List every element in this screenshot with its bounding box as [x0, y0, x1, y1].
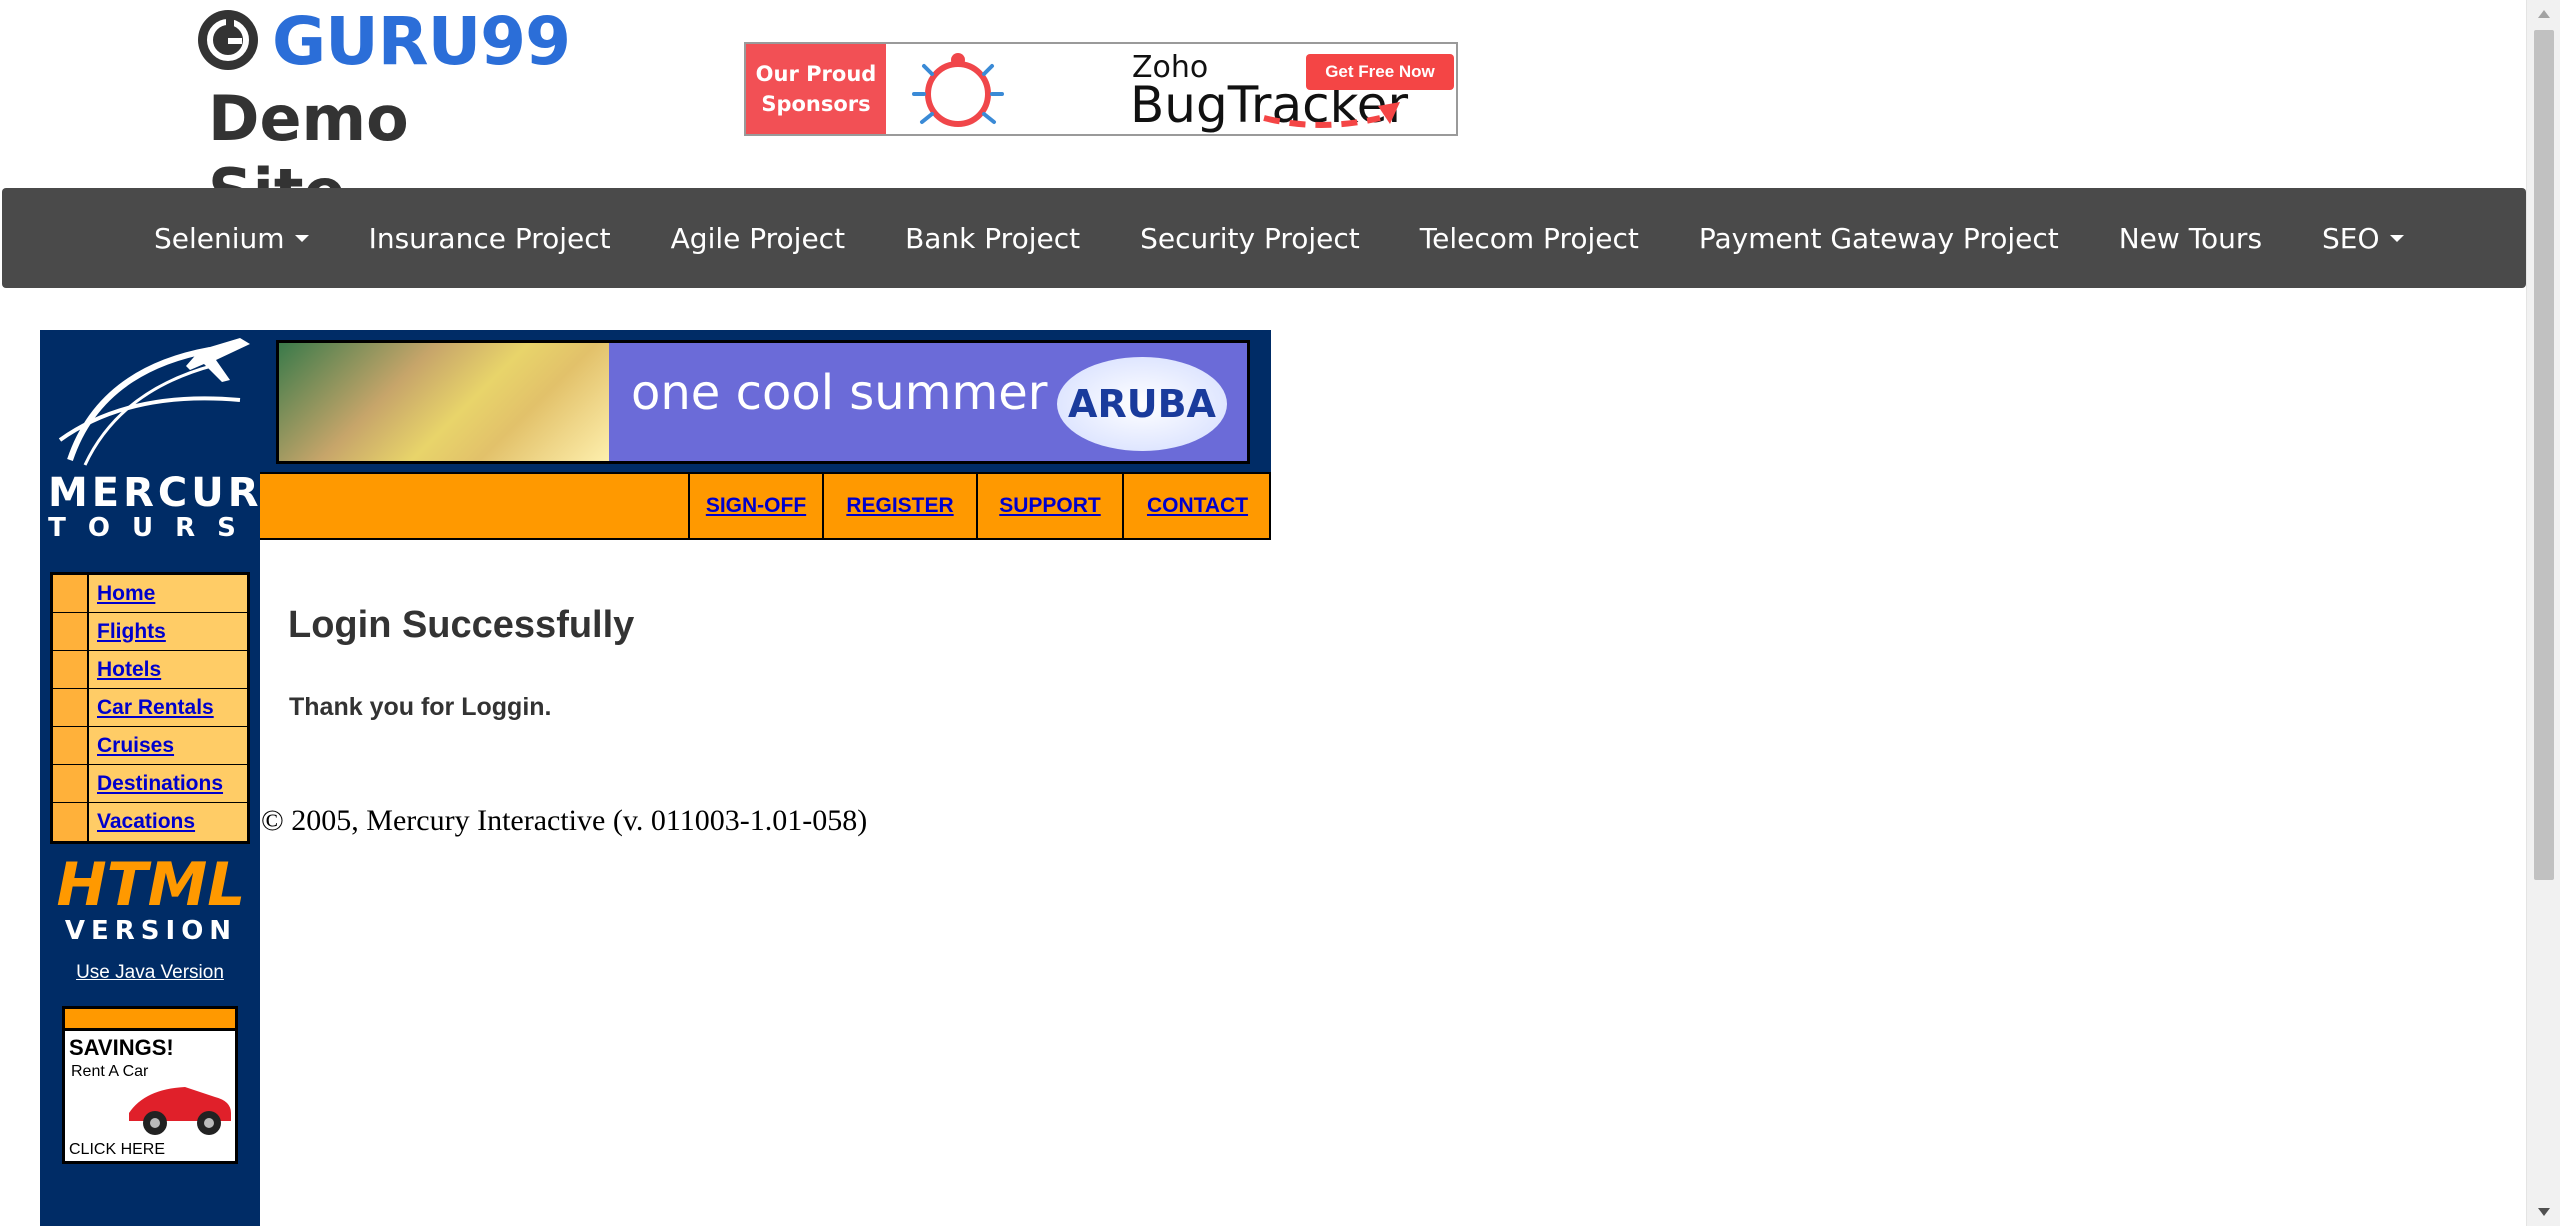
- savings-click-here: CLICK HERE: [69, 1141, 166, 1158]
- nav-security-project[interactable]: Security Project: [1110, 222, 1390, 255]
- airplane-logo-icon: [58, 338, 250, 466]
- use-java-version-link[interactable]: Use Java Version: [76, 962, 224, 983]
- bug-icon: [906, 48, 1016, 137]
- sponsor-label: Our Proud Sponsors: [746, 44, 886, 134]
- register-link[interactable]: REGISTER: [846, 494, 953, 518]
- sponsor-line2: Sponsors: [761, 92, 871, 116]
- mercury-word: MERCURY: [48, 470, 294, 516]
- html-word: HTML: [56, 850, 246, 920]
- scroll-up-icon[interactable]: [2527, 0, 2560, 28]
- main-navbar: Selenium Insurance Project Agile Project…: [2, 188, 2526, 288]
- scroll-down-icon[interactable]: [2527, 1198, 2560, 1226]
- side-menu-row: Flights: [53, 613, 247, 651]
- tours-word: TOURS: [48, 513, 258, 543]
- side-menu-row: Destinations: [53, 765, 247, 803]
- nav-selenium[interactable]: Selenium: [124, 222, 339, 255]
- caret-down-icon: [2389, 234, 2404, 242]
- nav-selenium-label: Selenium: [154, 221, 285, 255]
- savings-ad[interactable]: SAVINGS! Rent A Car CLICK HERE: [62, 1006, 238, 1164]
- banner-photo: [279, 343, 609, 461]
- mercury-tours-logo: MERCURY TOURS: [40, 330, 294, 548]
- banner-text: one cool summer: [631, 365, 1048, 421]
- guru99-logo-text: GURU99: [272, 3, 571, 80]
- sign-off-link[interactable]: SIGN-OFF: [706, 494, 806, 518]
- nav-payment-gateway-project[interactable]: Payment Gateway Project: [1669, 222, 2089, 255]
- side-link-home[interactable]: Home: [97, 582, 155, 606]
- side-menu-row: Home: [53, 575, 247, 613]
- nav-new-tours[interactable]: New Tours: [2089, 222, 2292, 255]
- sponsor-banner[interactable]: Our Proud Sponsors Zoho BugTracker Get F…: [744, 42, 1458, 136]
- nav-bank-project[interactable]: Bank Project: [875, 222, 1110, 255]
- html-version-badge: HTML VERSION: [56, 850, 246, 950]
- banner-area: one cool summer ARUBA: [260, 330, 1271, 472]
- dashed-arrow-icon: [1260, 92, 1420, 137]
- side-menu: Home Flights Hotels Car Rentals Cruises …: [50, 572, 250, 844]
- aruba-logo: ARUBA: [1057, 357, 1227, 451]
- support-link[interactable]: SUPPORT: [999, 494, 1101, 518]
- side-link-car-rentals[interactable]: Car Rentals: [97, 696, 214, 720]
- side-menu-row: Vacations: [53, 803, 247, 841]
- mercury-sidebar: MERCURY TOURS Home Flights Hotels Car Re…: [40, 330, 294, 1226]
- sponsor-line1: Our Proud: [755, 62, 877, 86]
- savings-title: SAVINGS!: [69, 1035, 174, 1060]
- scrollbar-thumb[interactable]: [2534, 30, 2554, 880]
- side-link-cruises[interactable]: Cruises: [97, 734, 174, 758]
- nav-agile-project[interactable]: Agile Project: [641, 222, 875, 255]
- caret-down-icon: [294, 234, 309, 242]
- nav-insurance-project[interactable]: Insurance Project: [339, 222, 641, 255]
- version-word: VERSION: [64, 916, 238, 946]
- red-car-icon: [125, 1069, 235, 1144]
- vertical-scrollbar[interactable]: [2526, 0, 2560, 1226]
- side-link-destinations[interactable]: Destinations: [97, 772, 223, 796]
- side-link-vacations[interactable]: Vacations: [97, 810, 195, 834]
- side-menu-row: Car Rentals: [53, 689, 247, 727]
- side-menu-row: Cruises: [53, 727, 247, 765]
- top-links-bar: SIGN-OFF REGISTER SUPPORT CONTACT: [260, 472, 1271, 540]
- nav-seo-label: SEO: [2322, 221, 2380, 255]
- side-menu-row: Hotels: [53, 651, 247, 689]
- page-title: Login Successfully: [288, 604, 635, 646]
- aruba-banner[interactable]: one cool summer ARUBA: [276, 340, 1250, 464]
- login-message: Thank you for Loggin.: [289, 693, 552, 721]
- get-free-now-button[interactable]: Get Free Now: [1306, 54, 1454, 90]
- guru99-logo-icon: [196, 8, 260, 77]
- side-link-flights[interactable]: Flights: [97, 620, 166, 644]
- nav-seo[interactable]: SEO: [2292, 222, 2434, 255]
- nav-telecom-project[interactable]: Telecom Project: [1390, 222, 1669, 255]
- contact-link[interactable]: CONTACT: [1147, 494, 1248, 518]
- aruba-text: ARUBA: [1068, 382, 1216, 426]
- copyright-text: © 2005, Mercury Interactive (v. 011003-1…: [261, 804, 868, 837]
- side-link-hotels[interactable]: Hotels: [97, 658, 161, 682]
